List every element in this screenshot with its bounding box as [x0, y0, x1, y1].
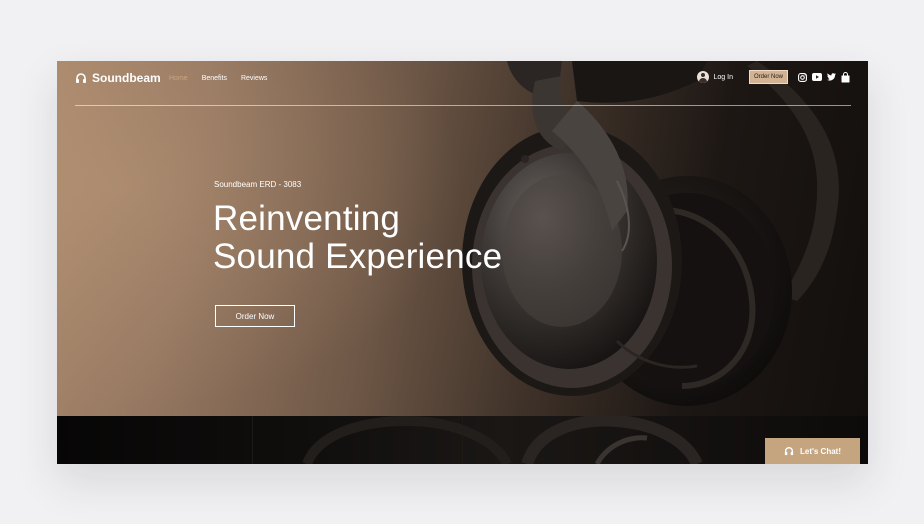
- main-nav: Home Benefits Reviews: [169, 75, 267, 82]
- header-actions: Log In Order Now: [696, 70, 850, 84]
- top-navigation: Soundbeam Home Benefits Reviews Log In O…: [57, 61, 868, 106]
- site-frame: Soundbeam Home Benefits Reviews Log In O…: [57, 61, 868, 464]
- login-link[interactable]: Log In: [696, 71, 733, 83]
- next-section-preview: [57, 416, 868, 464]
- twitter-icon[interactable]: [827, 73, 836, 81]
- brand-name: Soundbeam: [92, 71, 161, 85]
- headphones-preview-image: [252, 416, 703, 464]
- youtube-icon[interactable]: [812, 73, 822, 81]
- hero-headline-line-2: Sound Experience: [213, 237, 503, 276]
- social-links: [798, 71, 850, 83]
- hero-section: Soundbeam Home Benefits Reviews Log In O…: [57, 61, 868, 416]
- hero-order-button[interactable]: Order Now: [215, 305, 295, 327]
- chat-label: Let's Chat!: [799, 446, 841, 456]
- hero-headline-line-1: Reinventing: [213, 199, 401, 238]
- hero-headline: Reinventing Sound Experience: [213, 200, 502, 276]
- header-order-button[interactable]: Order Now: [748, 70, 788, 84]
- chat-button[interactable]: Let's Chat!: [765, 438, 860, 464]
- login-label: Log In: [713, 73, 733, 81]
- nav-item-home[interactable]: Home: [169, 75, 188, 82]
- headset-icon: [784, 447, 794, 456]
- brand-logo[interactable]: Soundbeam: [75, 71, 161, 85]
- product-model: Soundbeam ERD - 3083: [214, 180, 302, 189]
- instagram-icon[interactable]: [798, 72, 807, 82]
- nav-item-benefits[interactable]: Benefits: [202, 75, 227, 82]
- cart-icon[interactable]: [841, 71, 850, 83]
- user-avatar-icon: [696, 71, 709, 83]
- nav-item-reviews[interactable]: Reviews: [241, 75, 267, 82]
- headphones-logo-icon: [76, 73, 86, 83]
- header-divider: [75, 105, 851, 106]
